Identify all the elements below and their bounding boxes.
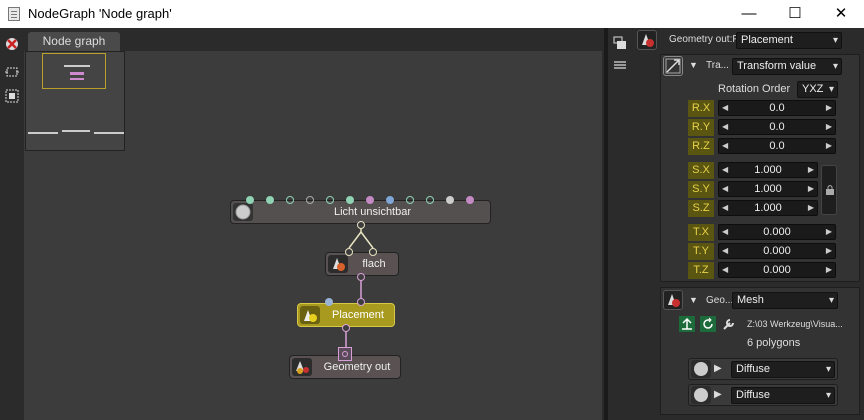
- ry-spinner[interactable]: ◀ 0.0 ▶: [718, 119, 836, 135]
- sy-spinner[interactable]: ◀ 1.000 ▶: [718, 181, 818, 197]
- param-label: R.Z: [688, 138, 714, 155]
- sx-spinner[interactable]: ◀ 1.000 ▶: [718, 162, 818, 178]
- material-dropdown[interactable]: Diffuse: [731, 387, 835, 404]
- input-pin[interactable]: [325, 298, 333, 306]
- material-sphere-icon: [691, 386, 711, 404]
- geometry-icon: [663, 290, 683, 310]
- output-pin[interactable]: [357, 273, 365, 281]
- pin-node-icon[interactable]: [613, 36, 627, 50]
- param-label: T.Z: [688, 262, 714, 279]
- material-dropdown[interactable]: Diffuse: [731, 361, 835, 378]
- geometry-out-icon: [637, 30, 657, 50]
- light-node-icon: [233, 203, 253, 221]
- param-label: R.Y: [688, 119, 714, 136]
- input-pin[interactable]: [406, 196, 414, 204]
- param-label: S.Y: [688, 181, 714, 198]
- input-pin[interactable]: [326, 196, 334, 204]
- param-label: R.X: [688, 100, 714, 117]
- reload-icon[interactable]: [700, 316, 716, 332]
- placement-node-icon: [300, 306, 320, 324]
- transform-label: Tra...: [706, 60, 729, 71]
- input-pin[interactable]: [286, 196, 294, 204]
- param-label: S.X: [688, 162, 714, 179]
- material-sphere-icon: [691, 360, 711, 378]
- node-label: flach: [362, 258, 386, 270]
- rotation-order-label: Rotation Order: [718, 83, 791, 95]
- geometry-file-path: Z:\03 Werkzeug\Visua...: [747, 319, 843, 329]
- sz-spinner[interactable]: ◀ 1.000 ▶: [718, 200, 818, 216]
- collapse-arrow-icon[interactable]: ▼: [689, 295, 698, 305]
- transform-type-dropdown[interactable]: Transform value: [732, 58, 842, 75]
- material-slot[interactable]: ▶ Diffuse: [688, 358, 838, 380]
- input-pin[interactable]: [346, 196, 354, 204]
- input-pin[interactable]: [466, 196, 474, 204]
- transform-icon: [663, 56, 683, 76]
- material-node-icon: [328, 255, 348, 273]
- material-slot[interactable]: ▶ Diffuse: [688, 384, 838, 406]
- polygon-count: 6 polygons: [747, 337, 801, 349]
- geometry-label: Geo...: [706, 295, 734, 306]
- node-label: Geometry out:P...: [669, 34, 747, 45]
- wrench-icon[interactable]: [721, 316, 737, 332]
- input-pin[interactable]: [369, 248, 377, 256]
- input-pin[interactable]: [386, 196, 394, 204]
- input-pin[interactable]: [366, 196, 374, 204]
- input-pin[interactable]: [357, 298, 365, 306]
- input-pin[interactable]: [246, 196, 254, 204]
- input-pin[interactable]: [426, 196, 434, 204]
- expand-arrow-icon[interactable]: ▶: [714, 389, 722, 400]
- input-pin[interactable]: [266, 196, 274, 204]
- node-select-dropdown[interactable]: Placement: [736, 32, 842, 49]
- scale-lock-button[interactable]: [821, 165, 837, 215]
- geometry-input-port[interactable]: [338, 347, 352, 361]
- geometry-out-node-icon: [292, 358, 312, 376]
- output-pin[interactable]: [357, 221, 365, 229]
- output-pin[interactable]: [342, 324, 350, 332]
- ty-spinner[interactable]: ◀ 0.000 ▶: [718, 243, 836, 259]
- tx-spinner[interactable]: ◀ 0.000 ▶: [718, 224, 836, 240]
- input-pin[interactable]: [345, 248, 353, 256]
- input-pin[interactable]: [306, 196, 314, 204]
- param-label: T.X: [688, 224, 714, 241]
- rz-spinner[interactable]: ◀ 0.0 ▶: [718, 138, 836, 154]
- expand-arrow-icon[interactable]: ▶: [714, 363, 722, 374]
- lock-icon: [826, 185, 834, 195]
- list-view-icon[interactable]: [613, 59, 627, 71]
- geometry-type-dropdown[interactable]: Mesh: [732, 292, 838, 309]
- node-label: Licht unsichtbar: [333, 206, 412, 218]
- node-label: Geometry out: [323, 361, 391, 373]
- input-pin[interactable]: [446, 196, 454, 204]
- collapse-arrow-icon[interactable]: ▼: [689, 60, 698, 70]
- tz-spinner[interactable]: ◀ 0.000 ▶: [718, 262, 836, 278]
- param-label: T.Y: [688, 243, 714, 260]
- rotation-order-dropdown[interactable]: YXZ: [797, 81, 838, 98]
- param-label: S.Z: [688, 200, 714, 217]
- inspector-side-toolbar: [608, 28, 630, 420]
- node-label: Placement: [332, 309, 384, 321]
- rx-spinner[interactable]: ◀ 0.0 ▶: [718, 100, 836, 116]
- upload-icon[interactable]: [679, 316, 695, 332]
